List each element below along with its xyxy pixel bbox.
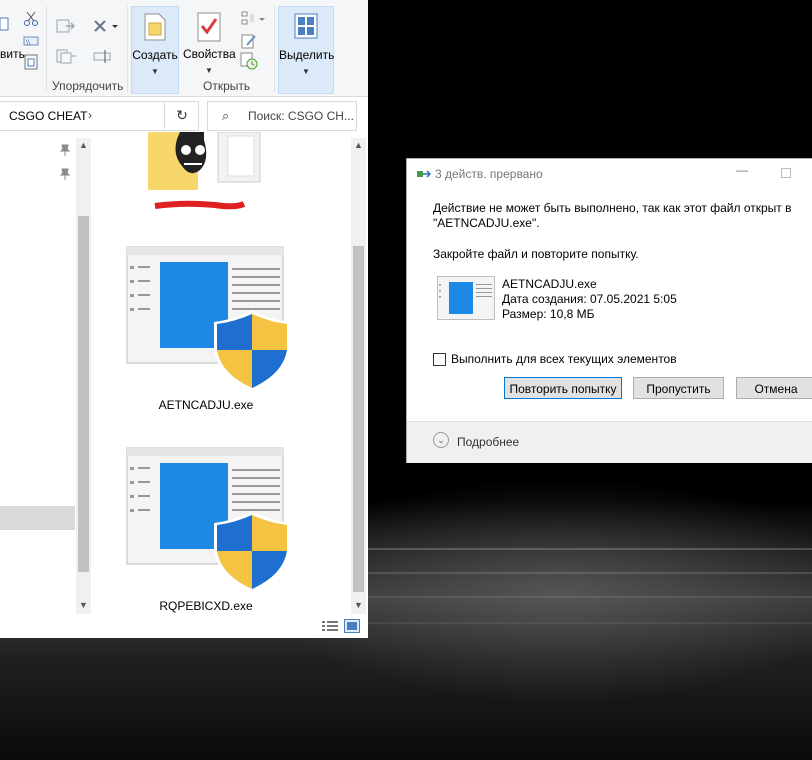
scroll-up-icon[interactable]: ▲ xyxy=(351,140,366,150)
content-scroll-thumb[interactable] xyxy=(353,246,364,592)
chevron-down-icon[interactable]: ⌄ xyxy=(433,432,449,448)
file-item[interactable]: AETNCADJU.exe xyxy=(118,246,294,416)
dialog-message-line: "AETNCADJU.exe". xyxy=(433,216,540,230)
scroll-down-icon[interactable]: ▼ xyxy=(76,600,91,610)
file-explorer-window: вить \\ Упорядочить Создать ▼ Свойства ▼… xyxy=(0,0,368,638)
content-scrollbar[interactable]: ▲ ▼ xyxy=(351,138,366,614)
scroll-down-icon[interactable]: ▼ xyxy=(351,600,366,610)
maximize-button[interactable] xyxy=(781,168,791,178)
large-icons-view-button[interactable] xyxy=(344,619,360,636)
file-name-label: AETNCADJU.exe xyxy=(158,398,254,412)
large-icons-view-icon xyxy=(344,619,360,633)
paste-shortcut-icon xyxy=(24,54,38,70)
search-input[interactable]: Поиск: CSGO CH... xyxy=(248,109,354,123)
cancel-button[interactable]: Отмена xyxy=(736,377,812,399)
chevron-down-icon: ▼ xyxy=(205,66,213,75)
scissors-icon xyxy=(24,11,38,26)
file-operation-icon xyxy=(417,168,432,183)
file-info-name: AETNCADJU.exe xyxy=(502,277,597,291)
paste-shortcut-button[interactable] xyxy=(22,54,40,70)
cut-button[interactable] xyxy=(22,10,40,28)
file-info-size: Размер: 10,8 МБ xyxy=(502,307,595,321)
file-info-created: Дата создания: 07.05.2021 5:05 xyxy=(502,292,677,306)
chevron-down-icon: ▼ xyxy=(302,67,310,76)
status-bar xyxy=(0,614,368,638)
copy-to-button[interactable] xyxy=(56,46,78,66)
sea-highlight xyxy=(368,548,812,550)
ribbon-separator xyxy=(46,6,47,92)
details-view-icon xyxy=(322,621,338,631)
move-to-icon xyxy=(56,19,76,33)
rename-icon xyxy=(93,50,111,63)
refresh-button[interactable]: ↻ xyxy=(164,101,199,129)
organize-group-label: Упорядочить xyxy=(52,79,124,93)
copy-path-icon: \\ xyxy=(23,36,39,46)
nav-scroll-thumb[interactable] xyxy=(78,216,89,572)
pin-icon[interactable] xyxy=(59,168,71,183)
skip-button[interactable]: Пропустить xyxy=(633,377,724,399)
apply-all-label[interactable]: Выполнить для всех текущих элементов xyxy=(451,352,677,366)
nav-scrollbar[interactable]: ▲ ▼ xyxy=(76,138,91,614)
ribbon: вить \\ Упорядочить Создать ▼ Свойства ▼… xyxy=(0,0,368,97)
properties-label: Свойства xyxy=(183,47,236,61)
dialog-footer: ⌄ Подробнее xyxy=(407,421,812,463)
breadcrumb-chevron-icon[interactable]: › xyxy=(88,108,92,122)
ribbon-separator xyxy=(127,6,128,92)
file-name-label: RQPEBICXD.exe xyxy=(159,599,253,613)
details-view-button[interactable] xyxy=(322,620,338,635)
search-box[interactable]: ⌕ Поиск: CSGO CH... xyxy=(207,101,357,131)
edit-icon xyxy=(241,34,256,49)
sea-highlight xyxy=(368,572,812,574)
delete-button[interactable] xyxy=(90,16,120,36)
select-label: Выделить xyxy=(279,48,335,62)
move-to-button[interactable] xyxy=(56,16,78,36)
minimize-icon: — xyxy=(736,163,748,177)
file-thumbnail-icon xyxy=(437,276,495,323)
details-toggle[interactable]: Подробнее xyxy=(457,435,519,449)
create-label: Создать xyxy=(132,48,178,62)
breadcrumb-current-folder[interactable]: CSGO CHEAT xyxy=(9,109,87,123)
operation-interrupted-dialog: 3 действ. прервано — Действие не может б… xyxy=(406,158,812,463)
edit-button[interactable] xyxy=(240,32,258,50)
history-icon xyxy=(240,52,258,70)
scroll-up-icon[interactable]: ▲ xyxy=(76,140,91,150)
dialog-title: 3 действ. прервано xyxy=(435,167,543,181)
open-button[interactable] xyxy=(240,10,266,28)
retry-button[interactable]: Повторить попытку xyxy=(504,377,622,399)
search-icon: ⌕ xyxy=(222,108,230,123)
folder-icon xyxy=(148,131,261,210)
installer-shield-icon xyxy=(126,246,290,392)
dialog-message: Действие не может быть выполнено, так ка… xyxy=(433,201,803,231)
new-folder-icon xyxy=(144,13,166,41)
minimize-button[interactable]: — xyxy=(736,163,748,177)
copy-to-icon xyxy=(56,49,76,64)
copy-button[interactable] xyxy=(0,8,14,48)
refresh-icon: ↻ xyxy=(176,107,188,123)
properties-icon xyxy=(197,12,221,42)
history-button[interactable] xyxy=(240,52,258,70)
copy-icon xyxy=(0,17,9,31)
chevron-down-icon: ▼ xyxy=(151,67,159,76)
folder-item[interactable] xyxy=(140,131,280,212)
dialog-hint: Закройте файл и повторите попытку. xyxy=(433,247,639,261)
ribbon-separator xyxy=(274,6,275,92)
open-group-label: Открыть xyxy=(203,79,251,93)
file-item[interactable]: RQPEBICXD.exe xyxy=(118,447,294,617)
select-icon xyxy=(294,13,318,39)
create-button[interactable]: Создать ▼ xyxy=(131,6,179,94)
open-icon xyxy=(241,11,265,25)
copy-path-button[interactable]: \\ xyxy=(22,34,40,48)
installer-shield-icon xyxy=(126,447,290,593)
delete-icon xyxy=(94,20,118,32)
pin-icon[interactable] xyxy=(59,144,71,159)
nav-selected-item[interactable] xyxy=(0,506,75,530)
sea-highlight xyxy=(368,596,812,598)
apply-all-checkbox[interactable] xyxy=(433,353,446,366)
sea-highlight xyxy=(368,622,812,624)
rename-button[interactable] xyxy=(92,46,114,66)
select-button[interactable]: Выделить ▼ xyxy=(278,6,334,94)
dialog-message-line: Действие не может быть выполнено, так ка… xyxy=(433,201,792,215)
file-info: AETNCADJU.exe Дата создания: 07.05.2021 … xyxy=(502,277,677,322)
